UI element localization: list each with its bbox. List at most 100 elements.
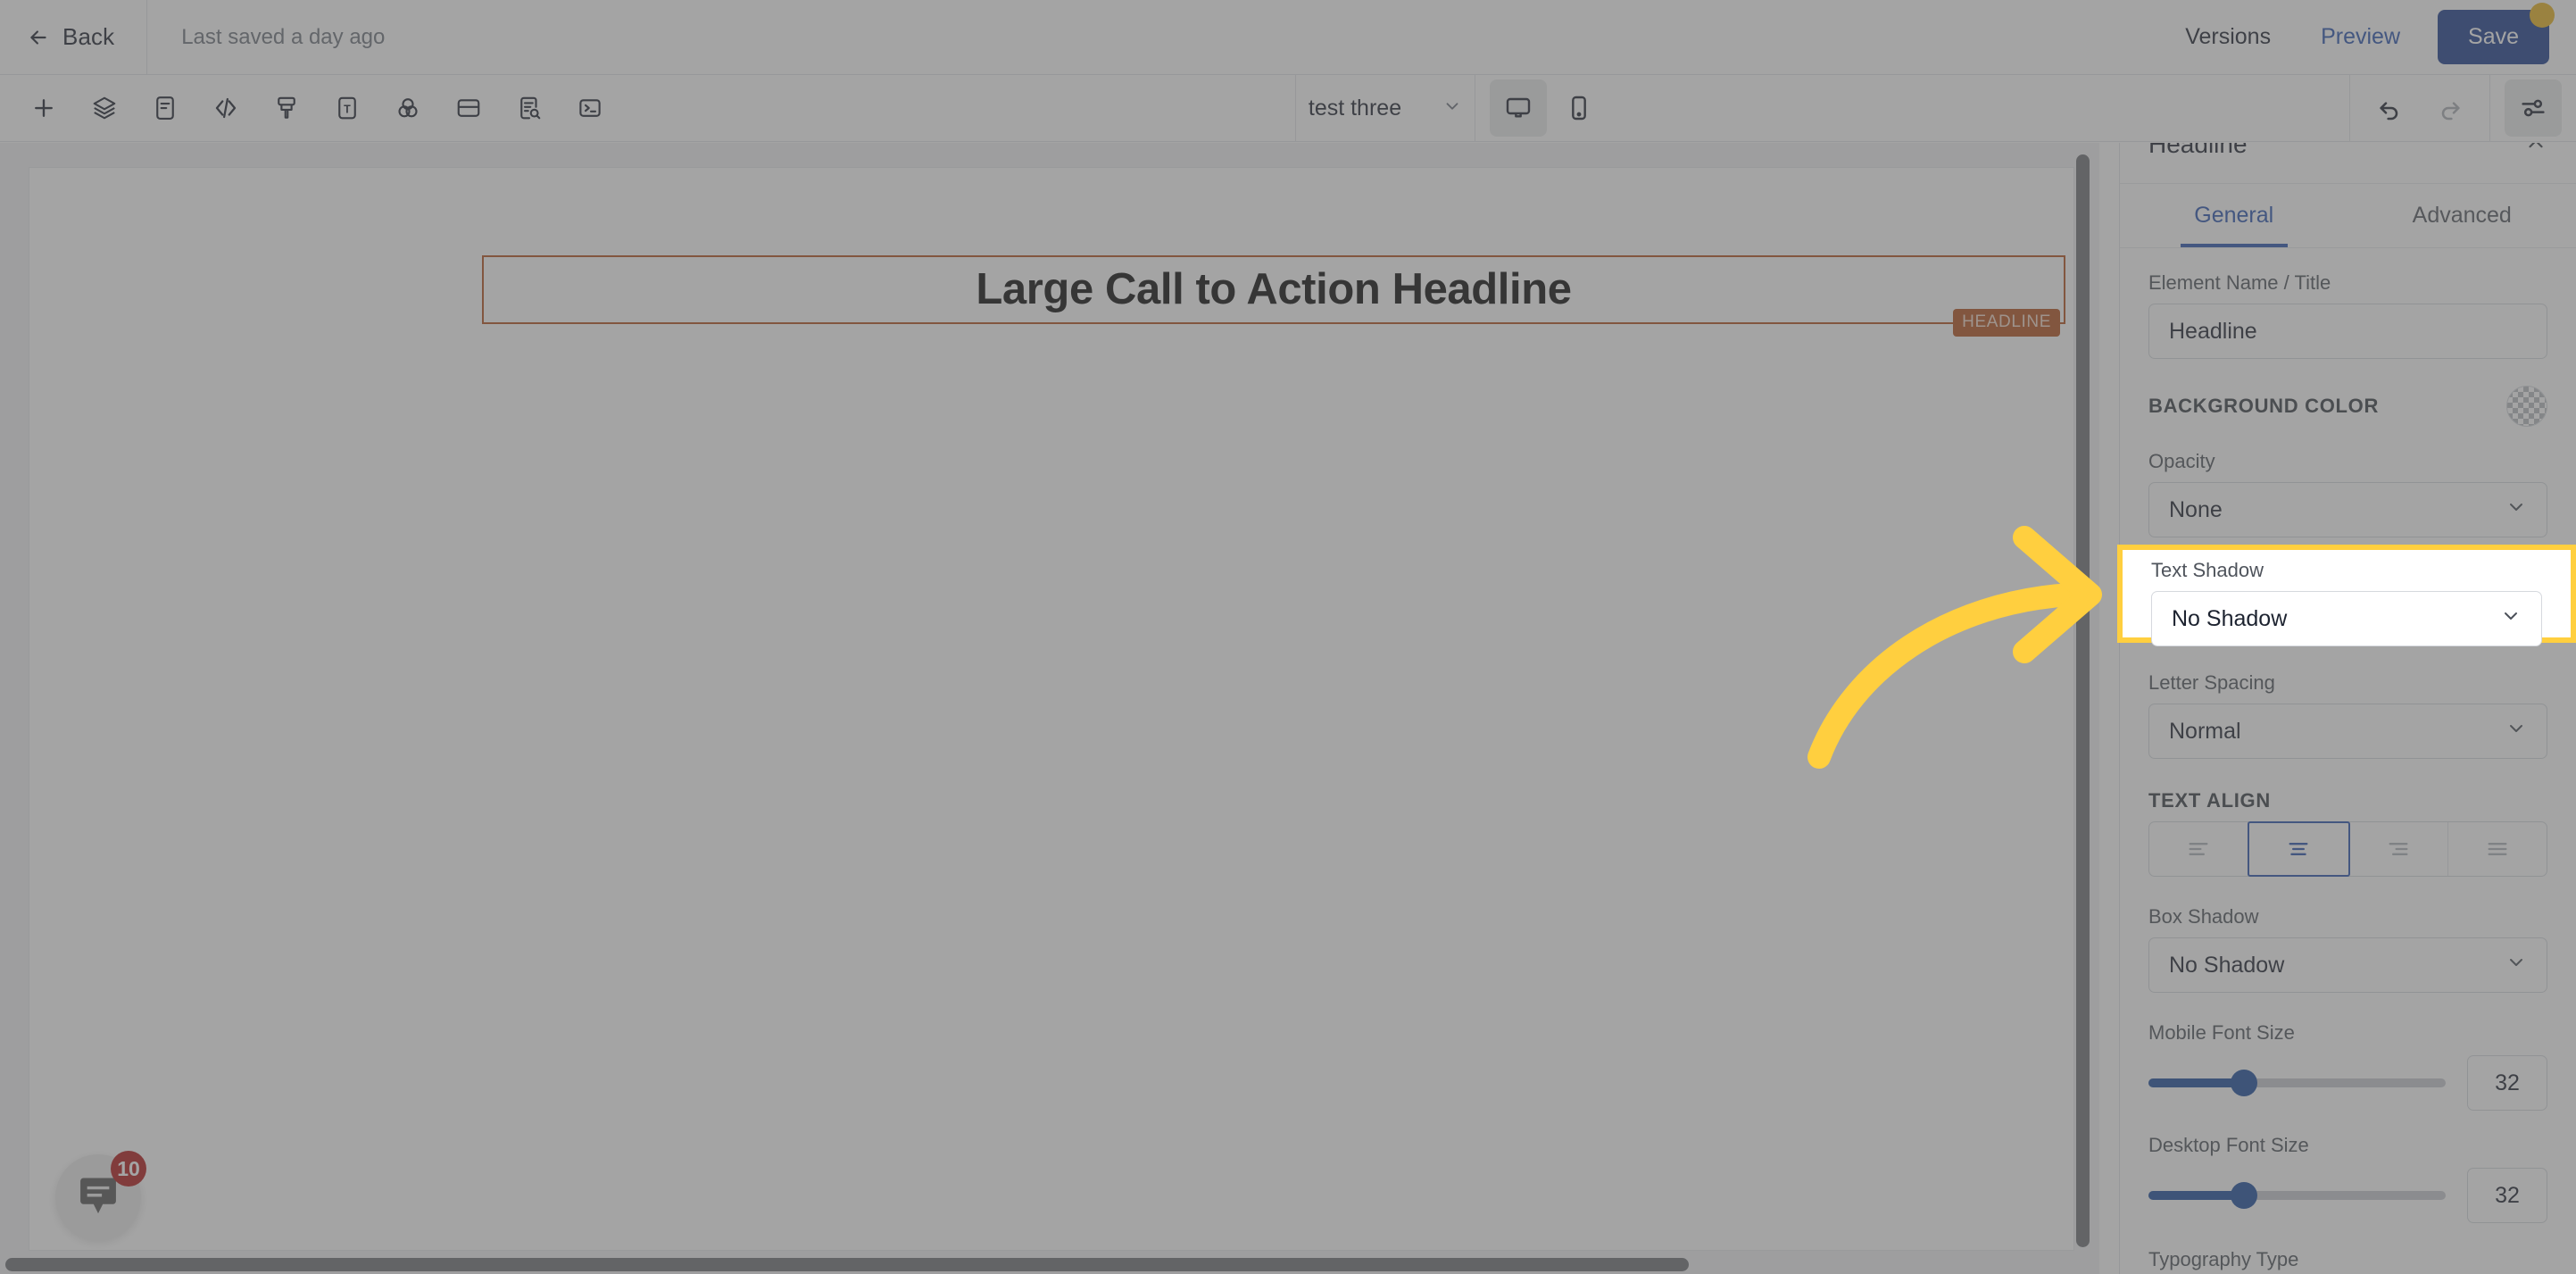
chat-widget-button[interactable]: 10	[55, 1151, 146, 1240]
box-shadow-value: No Shadow	[2169, 952, 2285, 978]
typography-type-label: Typography Type	[2148, 1248, 2299, 1270]
page-select[interactable]: test three	[1296, 75, 1475, 142]
last-saved-status: Last saved a day ago	[181, 24, 386, 49]
desktop-icon[interactable]	[1490, 79, 1547, 137]
selected-element-headline[interactable]: Large Call to Action Headline HEADLINE	[482, 255, 2065, 337]
headline-text: Large Call to Action Headline	[976, 265, 1572, 313]
align-center-icon[interactable]	[2248, 821, 2350, 877]
align-right-icon[interactable]	[2349, 822, 2448, 876]
desktop-font-size-label: Desktop Font Size	[2148, 1134, 2309, 1156]
slider-fill	[2148, 1078, 2244, 1087]
background-color-label: BACKGROUND COLOR	[2148, 395, 2380, 418]
letter-spacing-select[interactable]: Normal	[2148, 704, 2547, 759]
page-select-value: test three	[1308, 95, 1402, 121]
mobile-icon[interactable]	[1550, 79, 1608, 137]
device-toggle-group	[1475, 79, 1609, 137]
field-text-align: TEXT ALIGN	[2148, 789, 2547, 877]
field-mobile-font-size: Mobile Font Size 32	[2148, 1021, 2547, 1111]
editor-toolbar: T test three	[0, 74, 2576, 142]
mobile-font-size-row: 32	[2148, 1055, 2547, 1111]
svg-text:T: T	[344, 104, 351, 116]
arrow-left-icon	[27, 26, 50, 49]
field-typography-type: Typography Type Headline Font	[2148, 1248, 2547, 1274]
field-desktop-font-size: Desktop Font Size 32	[2148, 1134, 2547, 1223]
panel-tabs: General Advanced	[2120, 184, 2576, 248]
undo-icon[interactable]	[2361, 79, 2418, 137]
mobile-font-size-slider[interactable]	[2148, 1070, 2446, 1096]
chat-unread-badge: 10	[111, 1151, 146, 1187]
mobile-font-size-value[interactable]: 32	[2467, 1055, 2547, 1111]
text-align-label: TEXT ALIGN	[2148, 789, 2271, 812]
box-shadow-select[interactable]: No Shadow	[2148, 937, 2547, 993]
field-background-color: BACKGROUND COLOR	[2148, 386, 2547, 427]
tab-general[interactable]: General	[2120, 184, 2348, 247]
slider-thumb[interactable]	[2230, 1182, 2257, 1209]
tab-advanced[interactable]: Advanced	[2348, 184, 2576, 247]
chevron-down-icon	[2505, 952, 2527, 979]
text-icon[interactable]: T	[319, 79, 376, 137]
field-box-shadow: Box Shadow No Shadow	[2148, 905, 2547, 993]
highlighted-field-text-shadow: Text Shadow No Shadow	[2117, 545, 2576, 646]
paintbrush-icon[interactable]	[258, 79, 315, 137]
versions-button[interactable]: Versions	[2160, 24, 2296, 50]
page-preview[interactable]: Large Call to Action Headline HEADLINE	[29, 168, 2073, 1250]
letter-spacing-label: Letter Spacing	[2148, 671, 2275, 694]
chevron-down-icon	[2505, 718, 2527, 745]
slider-fill	[2148, 1191, 2244, 1200]
desktop-font-size-row: 32	[2148, 1168, 2547, 1223]
opacity-label: Opacity	[2148, 450, 2215, 472]
properties-panel: Headline General Advanced Element Name /…	[2119, 143, 2576, 1274]
toolbar-left-group: T	[1, 79, 620, 137]
text-align-group	[2148, 821, 2547, 877]
app-header: Back Last saved a day ago Versions Previ…	[0, 0, 2576, 75]
opacity-select[interactable]: None	[2148, 482, 2547, 537]
box-shadow-label: Box Shadow	[2148, 905, 2259, 928]
save-button-wrapper: Save	[2438, 3, 2555, 64]
card-icon[interactable]	[440, 79, 497, 137]
add-icon[interactable]	[15, 79, 72, 137]
field-opacity: Opacity None	[2148, 450, 2547, 537]
desktop-font-size-value[interactable]: 32	[2467, 1168, 2547, 1223]
sliders-icon[interactable]	[2505, 79, 2562, 137]
back-label: Back	[62, 23, 115, 50]
text-shadow-value: No Shadow	[2172, 605, 2288, 631]
canvas-vertical-scrollbar[interactable]	[2073, 147, 2092, 1253]
horizontal-scroll-thumb[interactable]	[5, 1258, 1689, 1271]
panel-title: Headline	[2148, 143, 2248, 158]
chevron-down-icon	[1442, 96, 1462, 121]
element-name-label: Element Name / Title	[2148, 271, 2331, 294]
document-search-icon[interactable]	[501, 79, 558, 137]
header-actions: Versions Preview Save	[2160, 3, 2576, 64]
chevron-down-icon	[2505, 496, 2527, 524]
vertical-scroll-thumb[interactable]	[2076, 154, 2090, 1247]
panel-toggle-group	[2490, 79, 2576, 137]
canvas-viewport[interactable]: Large Call to Action Headline HEADLINE 1…	[0, 143, 2099, 1274]
background-color-swatch[interactable]	[2506, 386, 2547, 427]
save-notification-dot	[2530, 3, 2555, 28]
desktop-font-size-slider[interactable]	[2148, 1182, 2446, 1209]
element-type-badge: HEADLINE	[1953, 309, 2060, 337]
document-icon[interactable]	[137, 79, 194, 137]
back-button[interactable]: Back	[0, 0, 148, 75]
slider-thumb[interactable]	[2230, 1070, 2257, 1096]
letter-spacing-value: Normal	[2169, 718, 2241, 744]
terminal-icon[interactable]	[561, 79, 619, 137]
opacity-value: None	[2169, 496, 2223, 522]
align-justify-icon[interactable]	[2448, 822, 2547, 876]
history-group	[2350, 79, 2489, 137]
field-element-name: Element Name / Title Headline	[2148, 271, 2547, 359]
field-letter-spacing: Letter Spacing Normal	[2148, 671, 2547, 759]
canvas-horizontal-scrollbar[interactable]	[0, 1254, 2099, 1274]
redo-icon[interactable]	[2422, 79, 2479, 137]
color-blend-icon[interactable]	[379, 79, 436, 137]
code-icon[interactable]	[197, 79, 254, 137]
preview-button[interactable]: Preview	[2296, 24, 2425, 50]
text-shadow-label: Text Shadow	[2151, 559, 2264, 581]
align-left-icon[interactable]	[2149, 822, 2249, 876]
chevron-up-icon[interactable]	[2524, 143, 2547, 160]
layers-icon[interactable]	[76, 79, 133, 137]
chevron-down-icon	[2500, 605, 2522, 633]
panel-header: Headline	[2120, 143, 2576, 184]
element-name-input[interactable]: Headline	[2148, 304, 2547, 359]
text-shadow-select[interactable]: No Shadow	[2151, 591, 2542, 646]
